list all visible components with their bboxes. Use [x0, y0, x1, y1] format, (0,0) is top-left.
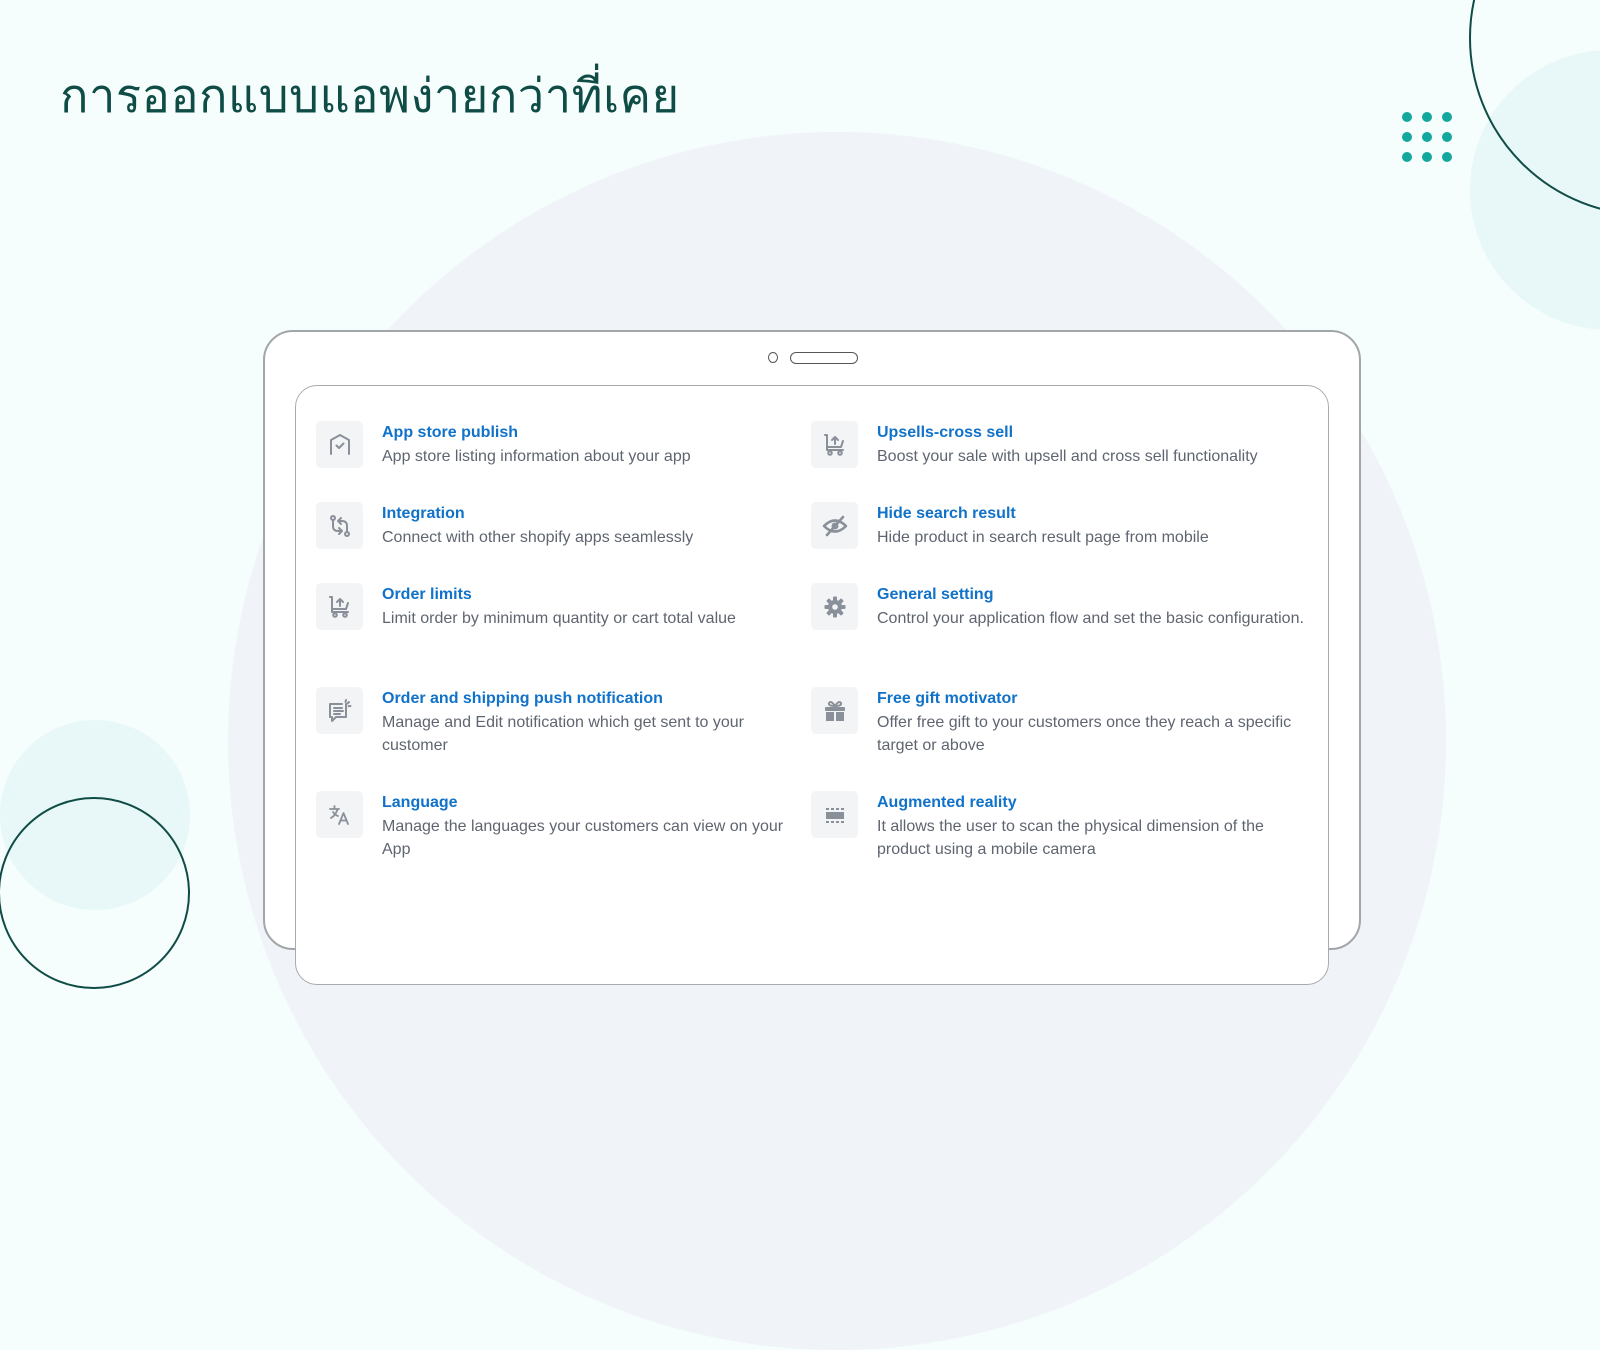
feature-title: General setting [877, 586, 994, 603]
decor-dot [1402, 132, 1412, 142]
feature-title: Hide search result [877, 505, 1016, 522]
integration-sync-icon [329, 514, 350, 537]
tablet-camera [768, 352, 778, 363]
feature-title: App store publish [382, 424, 518, 441]
decor-ring-bottom-left [0, 797, 190, 989]
decor-dot-grid [1402, 112, 1452, 162]
feature-title: Order and shipping push notification [382, 690, 663, 707]
decor-dot [1442, 152, 1452, 162]
translate-icon [328, 804, 349, 825]
decor-dot [1442, 132, 1452, 142]
feature-title: Upsells-cross sell [877, 424, 1014, 441]
feature-description: App store listing information about your… [382, 448, 691, 465]
feature-description: Limit order by minimum quantity or cart … [382, 610, 736, 627]
page-heading: การออกแบบแอพง่ายกว่าที่เคย [60, 69, 680, 122]
feature-hide-search-result[interactable]: Hide search result Hide product in searc… [811, 501, 1317, 549]
feature-title: Language [382, 794, 458, 811]
feature-free-gift-motivator[interactable]: Free gift motivator Offer free gift to y… [811, 686, 1317, 757]
feature-general-setting[interactable]: General setting Control your application… [811, 582, 1317, 630]
tablet-frame: App store publish App store listing info… [263, 330, 1361, 985]
feature-push-notification[interactable]: Order and shipping push notification Man… [316, 686, 802, 757]
decor-dot [1422, 132, 1432, 142]
feature-title: Augmented reality [877, 794, 1017, 811]
feature-app-store-publish[interactable]: App store publish App store listing info… [316, 420, 802, 468]
feature-description: Boost your sale with upsell and cross se… [877, 448, 1258, 465]
tablet-screen: App store publish App store listing info… [295, 385, 1329, 985]
feature-order-limits[interactable]: Order limits Limit order by minimum quan… [316, 582, 802, 630]
feature-description: Connect with other shopify apps seamless… [382, 529, 694, 546]
decor-dot [1402, 152, 1412, 162]
gift-icon [824, 700, 845, 721]
tablet-speaker [790, 352, 858, 364]
decor-dot [1422, 152, 1432, 162]
feature-description: Control your application flow and set th… [877, 610, 1304, 627]
feature-title: Order limits [382, 586, 472, 603]
feature-description: Manage and Edit notification which get s… [382, 714, 744, 754]
feature-description: It allows the user to scan the physical … [877, 818, 1264, 858]
feature-description: Offer free gift to your customers once t… [877, 714, 1292, 754]
notification-chat-icon [328, 698, 351, 722]
feature-description: Hide product in search result page from … [877, 529, 1209, 546]
feature-language[interactable]: Language Manage the languages your custo… [316, 790, 802, 861]
decor-dot [1422, 112, 1432, 122]
storefront-check-icon [329, 433, 350, 455]
feature-description: Manage the languages your customers can … [382, 818, 784, 858]
gear-icon [824, 596, 845, 617]
decor-dot [1442, 112, 1452, 122]
ar-scan-icon [825, 807, 844, 823]
cart-upload-icon [328, 595, 349, 618]
feature-augmented-reality[interactable]: Augmented reality It allows the user to … [811, 790, 1317, 861]
decor-dot [1402, 112, 1412, 122]
eye-slash-icon [822, 515, 847, 536]
feature-title: Integration [382, 505, 465, 522]
feature-title: Free gift motivator [877, 690, 1018, 707]
feature-integration[interactable]: Integration Connect with other shopify a… [316, 501, 802, 549]
feature-upsells-cross-sell[interactable]: Upsells-cross sell Boost your sale with … [811, 420, 1317, 468]
cart-upload-icon [823, 433, 844, 456]
